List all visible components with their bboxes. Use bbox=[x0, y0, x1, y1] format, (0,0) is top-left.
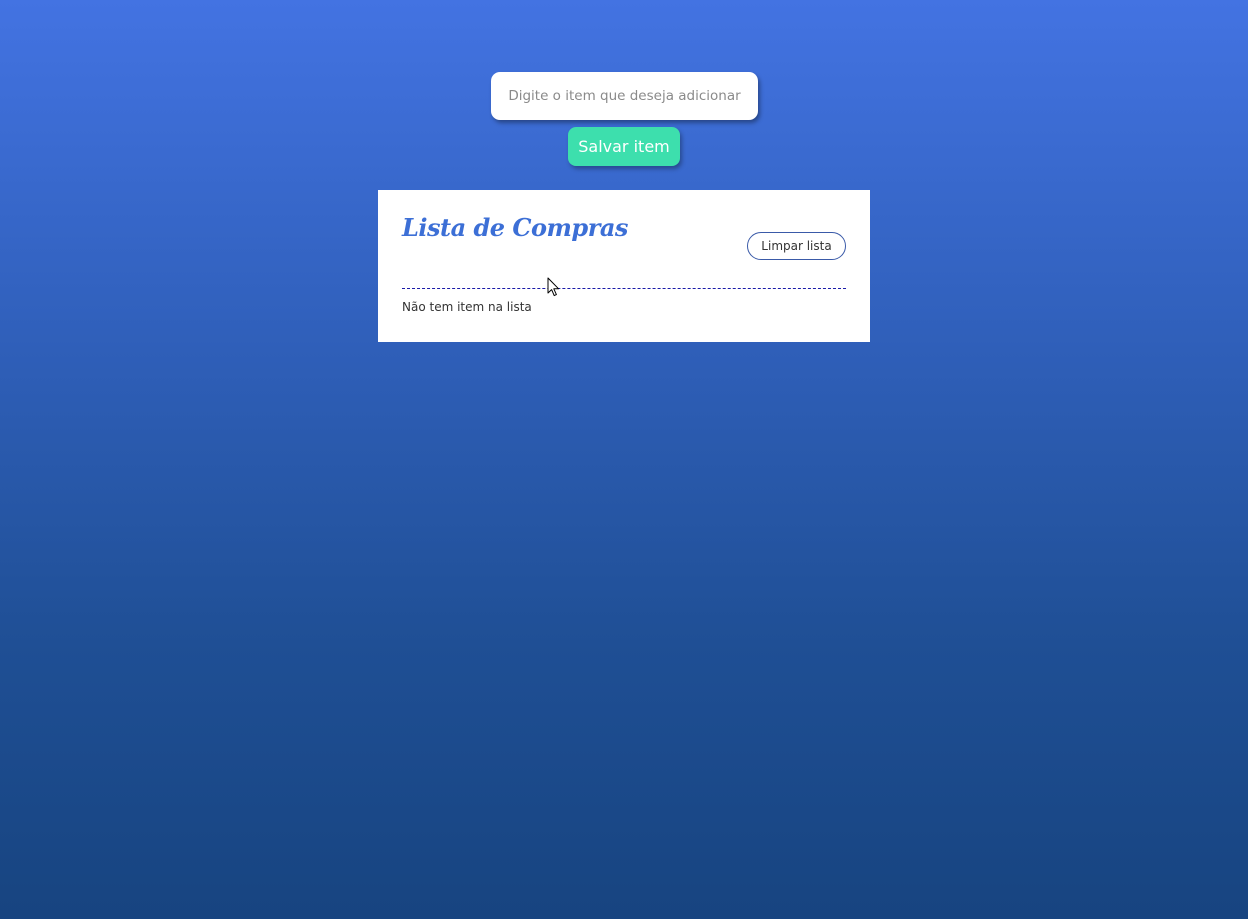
list-title: Lista de Compras bbox=[402, 213, 628, 242]
save-item-button[interactable]: Salvar item bbox=[568, 127, 680, 166]
empty-list-message: Não tem item na lista bbox=[402, 300, 532, 314]
list-divider bbox=[402, 288, 846, 289]
item-input[interactable] bbox=[491, 72, 758, 120]
shopping-list-card: Lista de Compras Limpar lista Não tem it… bbox=[378, 190, 870, 342]
clear-list-button[interactable]: Limpar lista bbox=[747, 232, 846, 260]
